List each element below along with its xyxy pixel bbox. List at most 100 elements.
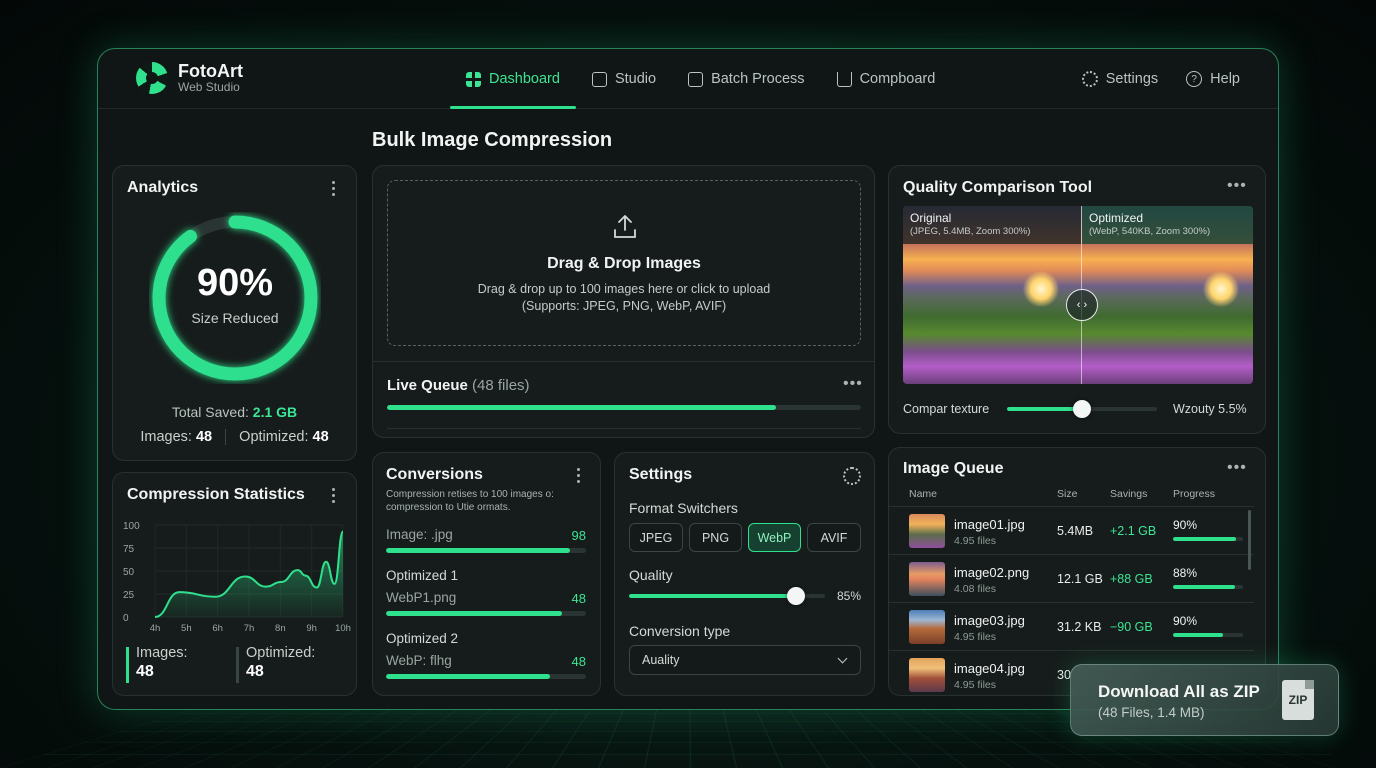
- more-options-icon[interactable]: [332, 181, 336, 199]
- gear-icon: [1081, 71, 1098, 87]
- format-webp-button[interactable]: WebP: [748, 523, 801, 552]
- conversions-card: Conversions Compression retises to 100 i…: [372, 452, 601, 696]
- x-tick-label: 8n: [275, 623, 286, 634]
- table-row[interactable]: image02.png 4.08 files 12.1 GB +88 GB 88…: [889, 554, 1254, 602]
- nav-label: Compboard: [859, 71, 936, 87]
- image-progress-text: 88%: [1173, 566, 1198, 580]
- y-tick-label: 25: [123, 590, 135, 601]
- image-progress-bar: [1173, 585, 1243, 589]
- format-png-button[interactable]: PNG: [689, 523, 742, 552]
- image-progress-fill: [1173, 537, 1236, 541]
- image-size: 30: [1057, 668, 1071, 682]
- format-jpeg-button[interactable]: JPEG: [629, 523, 683, 552]
- top-navigation-bar: FotoArt Web Studio Dashboard Studio Batc…: [98, 49, 1278, 109]
- nav-right: Settings ? Help: [1081, 49, 1240, 109]
- conversion-type-select[interactable]: Auality: [629, 645, 861, 675]
- image-progress-text: 90%: [1173, 614, 1198, 628]
- format-avif-button[interactable]: AVIF: [807, 523, 861, 552]
- x-tick-label: 7h: [244, 623, 255, 634]
- image-name: image01.jpg: [954, 517, 1025, 532]
- brand-subtitle: Web Studio: [178, 80, 240, 94]
- live-queue-progress-fill: [387, 405, 776, 410]
- image-size: 12.1 GB: [1057, 572, 1103, 586]
- image-progress-bar: [1173, 633, 1243, 637]
- more-options-icon[interactable]: •••: [1227, 460, 1247, 476]
- image-queue-scrollbar[interactable]: [1248, 510, 1251, 570]
- nav-dashboard[interactable]: Dashboard: [450, 49, 576, 109]
- image-size: 31.2 KB: [1057, 620, 1102, 634]
- brand[interactable]: FotoArt Web Studio: [136, 62, 243, 94]
- comparison-viewer[interactable]: Original (JPEG, 5.4MB, Zoom 300%) Optimi…: [903, 206, 1253, 384]
- download-tray-icon: [836, 71, 852, 87]
- more-options-icon[interactable]: •••: [1227, 178, 1247, 194]
- image-savings: −90 GB: [1110, 620, 1153, 634]
- column-header-size[interactable]: Size: [1057, 488, 1077, 500]
- quality-comparison-card: Quality Comparison Tool ••• Original (JP…: [888, 165, 1266, 434]
- more-options-icon[interactable]: [332, 488, 336, 506]
- quality-value: 85%: [837, 589, 862, 603]
- table-row[interactable]: image03.jpg 4.95 files 31.2 KB −90 GB 90…: [889, 602, 1254, 650]
- nav-studio[interactable]: Studio: [576, 49, 672, 109]
- settings-link[interactable]: Settings: [1081, 71, 1158, 87]
- column-header-name[interactable]: Name: [909, 488, 937, 500]
- image-queue-card: Image Queue ••• Name Size Savings Progre…: [888, 447, 1266, 696]
- y-tick-label: 50: [123, 567, 135, 578]
- stats-images: Images: 48: [136, 645, 188, 681]
- split-handle-icon[interactable]: ‹ ›: [1066, 289, 1098, 321]
- original-header: Original (JPEG, 5.4MB, Zoom 300%): [903, 206, 1081, 244]
- analytics-card: Analytics 90% Size Reduced Total Saved: …: [112, 165, 357, 461]
- conversion-row-value: 48: [571, 591, 586, 606]
- format-label: Format Switchers: [629, 500, 738, 516]
- image-name: image03.jpg: [954, 613, 1025, 628]
- help-label: Help: [1210, 71, 1240, 87]
- image-progress-fill: [1173, 633, 1224, 637]
- image-progress-text: 90%: [1173, 518, 1198, 532]
- image-files: 4.08 files: [954, 583, 997, 595]
- table-row[interactable]: image01.jpg 4.95 files 5.4MB +2.1 GB 90%: [889, 506, 1254, 554]
- more-options-icon[interactable]: •••: [843, 376, 863, 392]
- quality-slider-fill: [629, 594, 796, 598]
- upload-icon: [614, 215, 636, 238]
- quality-slider-thumb[interactable]: [786, 587, 805, 605]
- studio-icon: [591, 71, 607, 87]
- nav-label: Dashboard: [489, 71, 560, 87]
- optimized-label: Optimized: [1089, 211, 1144, 225]
- nav-batch-process[interactable]: Batch Process: [672, 49, 821, 109]
- comparison-slider-thumb[interactable]: [1073, 400, 1091, 418]
- upload-card: Drag & Drop Images Drag & drop up to 100…: [372, 165, 875, 438]
- total-saved-label: Total Saved:: [171, 404, 249, 420]
- original-meta: (JPEG, 5.4MB, Zoom 300%): [910, 226, 1031, 237]
- image-files: 4.95 files: [954, 679, 997, 691]
- stats-images-label: Images:: [136, 645, 188, 661]
- y-tick-label: 100: [123, 521, 140, 532]
- nav-label: Studio: [614, 71, 657, 87]
- help-icon: ?: [1186, 71, 1203, 87]
- conversion-row-progress: [386, 611, 586, 616]
- nav-label: Batch Process: [711, 71, 805, 87]
- conversion-row-label: Optimized 1: [386, 568, 459, 583]
- app-window: FotoArt Web Studio Dashboard Studio Batc…: [97, 48, 1279, 710]
- image-thumbnail: [909, 562, 945, 596]
- comparison-slider-fill: [1007, 407, 1082, 411]
- help-link[interactable]: ? Help: [1186, 71, 1240, 87]
- conversion-row-progress-fill: [386, 674, 550, 679]
- conversion-row-progress-fill: [386, 548, 570, 553]
- more-options-icon[interactable]: [577, 468, 581, 486]
- column-header-savings[interactable]: Savings: [1110, 488, 1147, 500]
- analytics-title: Analytics: [127, 179, 199, 196]
- gear-icon[interactable]: [843, 467, 861, 485]
- live-queue-count: (48 files): [472, 377, 530, 394]
- quality-label: Quality: [629, 567, 673, 583]
- download-zip-button[interactable]: Download All as ZIP (48 Files, 1.4 MB) Z…: [1070, 664, 1339, 736]
- image-size: 5.4MB: [1057, 524, 1094, 538]
- download-zip-meta: (48 Files, 1.4 MB): [1098, 705, 1205, 720]
- live-queue-label: Live Queue: [387, 377, 468, 394]
- conversion-row-progress: [386, 548, 586, 553]
- x-tick-label: 6h: [212, 623, 223, 634]
- nav-compboard[interactable]: Compboard: [821, 49, 952, 109]
- column-header-progress[interactable]: Progress: [1173, 488, 1215, 500]
- image-name: image04.jpg: [954, 661, 1025, 676]
- page-title: Bulk Image Compression: [372, 129, 613, 151]
- zip-file-icon: ZIP: [1282, 680, 1314, 720]
- drop-zone[interactable]: Drag & Drop Images Drag & drop up to 100…: [387, 180, 861, 346]
